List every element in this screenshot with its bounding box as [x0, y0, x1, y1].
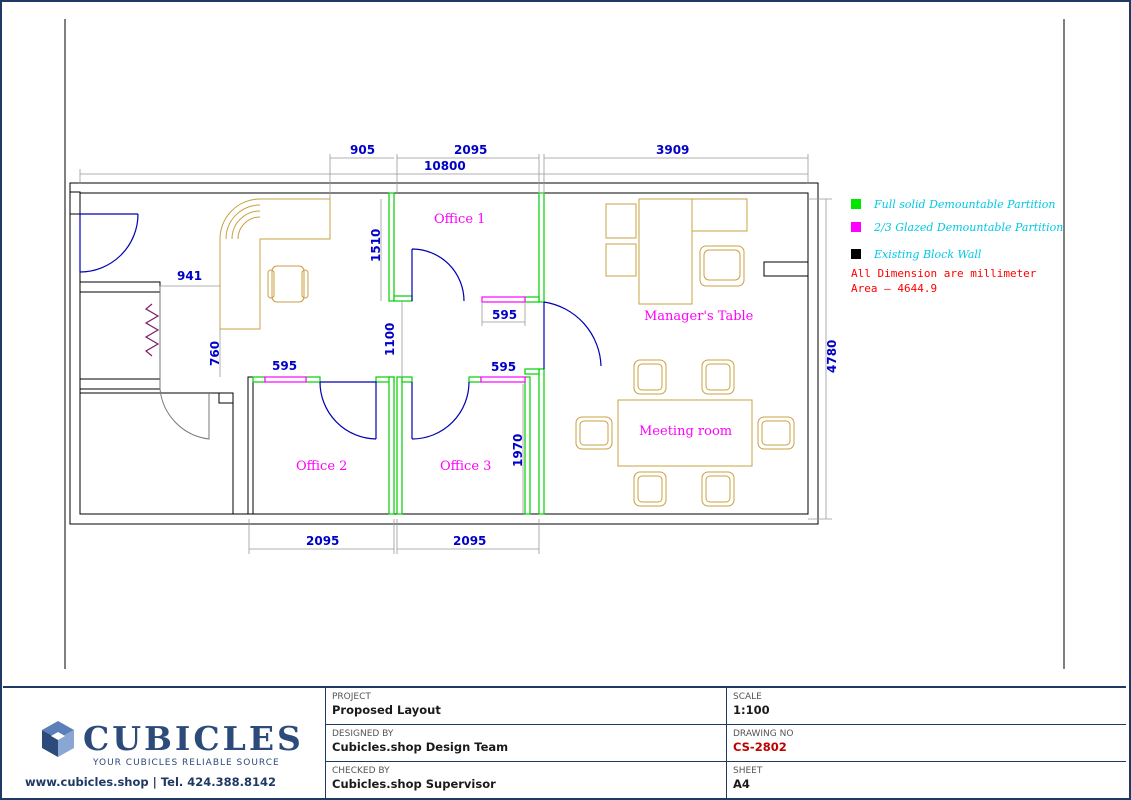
cube-logo-icon — [42, 721, 74, 757]
dim-2095-top: 2095 — [454, 143, 487, 157]
drawing-no-value: CS-2802 — [733, 740, 787, 754]
title-col-scale: SCALE 1:100 DRAWING NO CS-2802 SHEET A4 — [727, 688, 1126, 798]
legend-swatch-glazed — [851, 222, 861, 232]
dim-2095-bottom-left: 2095 — [306, 534, 339, 548]
cell-project: PROJECT Proposed Layout — [326, 688, 726, 725]
legend-swatch-block — [851, 249, 861, 259]
room-office-3: Office 3 — [440, 459, 491, 474]
title-block: CUBICLES YOUR CUBICLES RELIABLE SOURCE w… — [3, 686, 1126, 798]
drawing-no-label: DRAWING NO — [733, 729, 794, 739]
legend-swatch-solid — [851, 199, 861, 209]
sheet-label: SHEET — [733, 766, 763, 776]
logo-row: CUBICLES — [41, 720, 304, 758]
dim-4780: 4780 — [825, 340, 839, 373]
dim-2095-bottom-right: 2095 — [453, 534, 486, 548]
cell-scale: SCALE 1:100 — [727, 688, 1126, 725]
brand-tagline: YOUR CUBICLES RELIABLE SOURCE — [93, 758, 280, 768]
cell-checked-by: CHECKED BY Cubicles.shop Supervisor — [326, 762, 726, 798]
radiator-icon — [144, 303, 160, 357]
dim-905: 905 — [350, 143, 375, 157]
scale-value: 1:100 — [733, 703, 770, 717]
legend-label-solid: Full solid Demountable Partition — [873, 198, 1056, 211]
designed-by-value: Cubicles.shop Design Team — [332, 740, 509, 754]
company-logo-panel: CUBICLES YOUR CUBICLES RELIABLE SOURCE w… — [3, 688, 326, 798]
legend-label-glazed: 2/3 Glazed Demountable Partition — [873, 221, 1063, 234]
dim-1970: 1970 — [511, 434, 525, 467]
room-meeting: Meeting room — [639, 424, 732, 439]
room-manager-table: Manager's Table — [644, 309, 754, 324]
dim-1510: 1510 — [369, 229, 383, 262]
scale-label: SCALE — [733, 692, 762, 702]
floor-plan: 905 2095 10800 3909 941 1510 760 1100 59… — [64, 19, 1065, 669]
note-dimension-unit: All Dimension are millimeter — [851, 267, 1037, 280]
room-office-1: Office 1 — [434, 212, 485, 227]
dim-595-a: 595 — [492, 308, 517, 322]
dim-595-b: 595 — [272, 359, 297, 373]
designed-by-label: DESIGNED BY — [332, 729, 394, 739]
project-value: Proposed Layout — [332, 703, 441, 717]
dim-760: 760 — [208, 341, 222, 366]
sheet-value: A4 — [733, 777, 750, 791]
dim-941: 941 — [177, 269, 202, 283]
cell-designed-by: DESIGNED BY Cubicles.shop Design Team — [326, 725, 726, 762]
contact-info: www.cubicles.shop | Tel. 424.388.8142 — [25, 775, 277, 789]
room-office-2: Office 2 — [296, 459, 347, 474]
dim-10800: 10800 — [424, 159, 466, 173]
project-label: PROJECT — [332, 692, 371, 702]
cell-drawing-no: DRAWING NO CS-2802 — [727, 725, 1126, 762]
dim-1100: 1100 — [383, 323, 397, 356]
title-col-project: PROJECT Proposed Layout DESIGNED BY Cubi… — [326, 688, 727, 798]
dim-595-c: 595 — [491, 360, 516, 374]
checked-by-value: Cubicles.shop Supervisor — [332, 777, 496, 791]
dim-3909: 3909 — [656, 143, 689, 157]
corridor-door — [159, 388, 210, 440]
legend: Full solid Demountable Partition 2/3 Gla… — [851, 198, 1063, 295]
drawing-frame: 905 2095 10800 3909 941 1510 760 1100 59… — [0, 0, 1131, 800]
note-area: Area — 4644.9 — [851, 282, 937, 295]
dimension-labels: 905 2095 10800 3909 941 1510 760 1100 59… — [177, 143, 839, 548]
legend-label-block: Existing Block Wall — [873, 248, 982, 261]
brand-name: CUBICLES — [83, 719, 304, 758]
cell-sheet: SHEET A4 — [727, 762, 1126, 798]
checked-by-label: CHECKED BY — [332, 766, 390, 776]
